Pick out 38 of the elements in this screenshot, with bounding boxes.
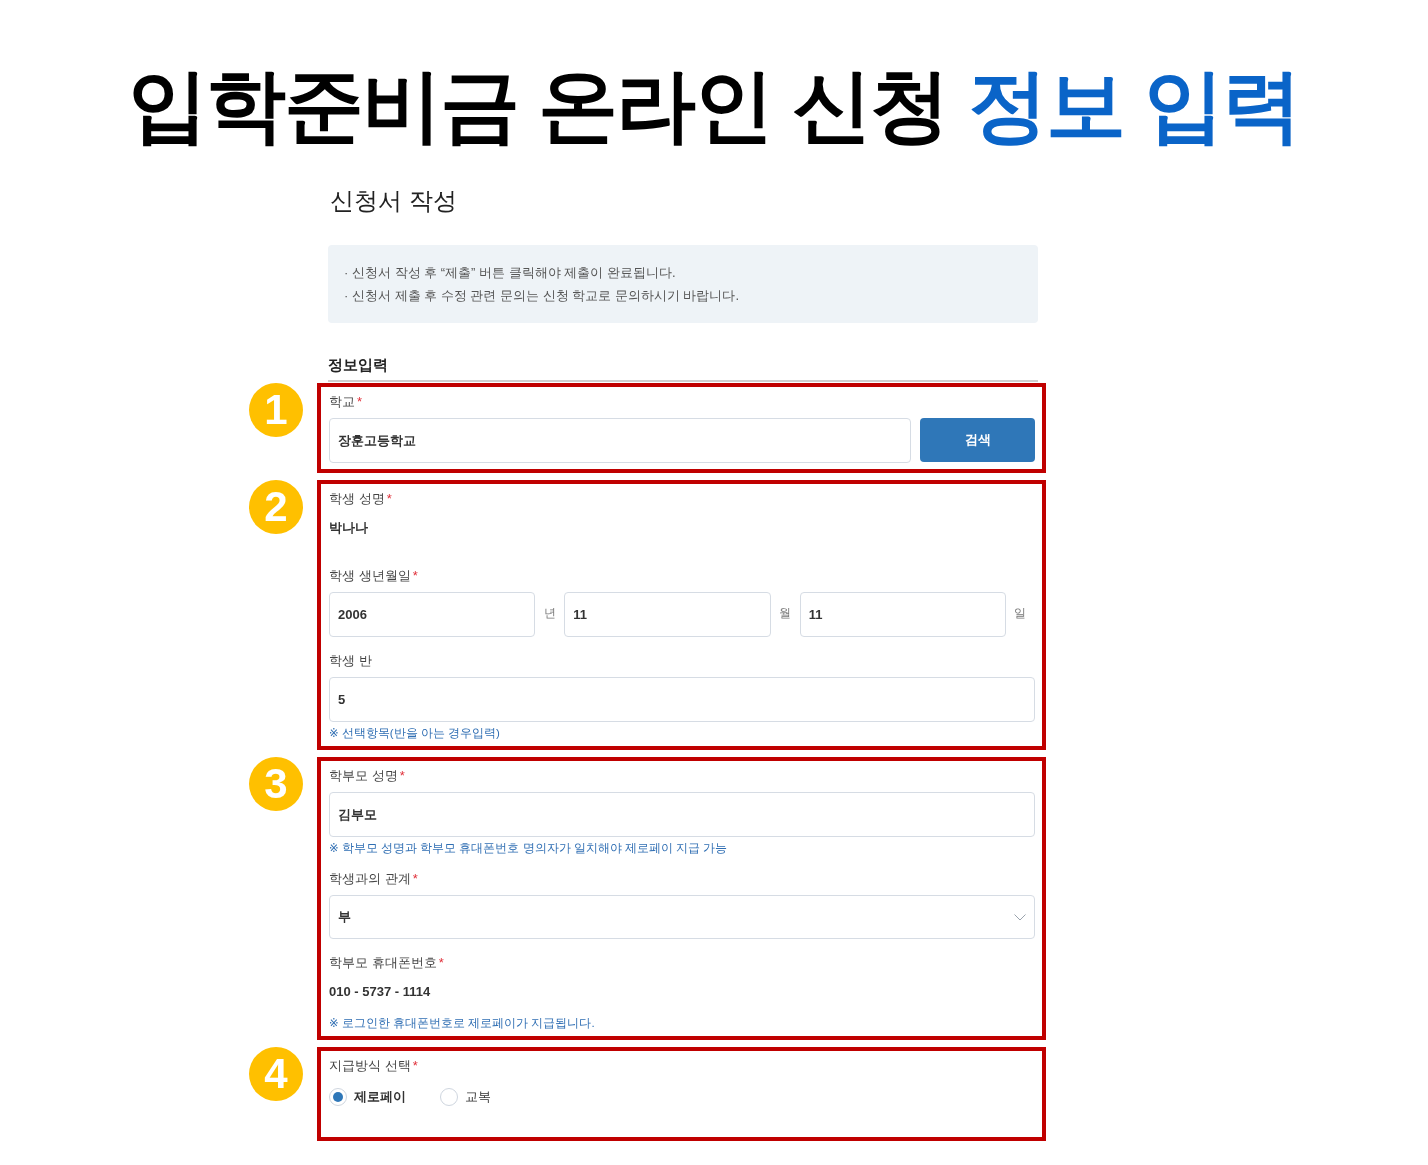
field-label: 학교* bbox=[329, 393, 363, 411]
date-input[interactable]: 11 bbox=[564, 592, 771, 637]
date-unit-label: 일 bbox=[1013, 605, 1028, 622]
section-title: 정보입력 bbox=[328, 355, 1038, 382]
field-label: 학부모 성명* bbox=[329, 767, 405, 785]
notice-text: · 신청서 제출 후 수정 관련 문의는 신청 학교로 문의하시기 바랍니다. bbox=[344, 287, 740, 305]
search-button[interactable]: 검색 bbox=[920, 418, 1035, 462]
text-input[interactable]: 장훈고등학교 bbox=[329, 418, 911, 463]
step-number-badge: 4 bbox=[249, 1047, 303, 1101]
text-input[interactable]: 김부모 bbox=[329, 792, 1035, 837]
field-label: 지급방식 선택* bbox=[329, 1057, 418, 1075]
radio-label[interactable]: 교복 bbox=[465, 1087, 491, 1107]
page-headline: 입학준비금 온라인 신청 정보 입력 bbox=[127, 60, 1301, 152]
select-dropdown[interactable]: 부 bbox=[329, 895, 1035, 939]
field-value: 박나나 bbox=[329, 519, 368, 537]
hint-text: ※ 로그인한 휴대폰번호로 제로페이가 지급됩니다. bbox=[329, 1016, 595, 1030]
date-input[interactable]: 11 bbox=[799, 592, 1006, 637]
date-input[interactable]: 2006 bbox=[329, 592, 536, 637]
field-label: 학생과의 관계* bbox=[329, 870, 418, 888]
radio-label[interactable]: 제로페이 bbox=[354, 1087, 406, 1107]
chevron-down-icon bbox=[1014, 913, 1026, 921]
radio-button[interactable] bbox=[440, 1088, 458, 1106]
text-input[interactable]: 5 bbox=[329, 677, 1035, 722]
step-number-badge: 2 bbox=[249, 480, 303, 534]
date-unit-label: 월 bbox=[778, 605, 793, 622]
radio-button[interactable] bbox=[329, 1088, 347, 1106]
step-number-badge: 3 bbox=[249, 757, 303, 811]
field-value: 010 - 5737 - 1114 bbox=[329, 983, 431, 1001]
field-label: 학생 생년월일* bbox=[329, 567, 418, 585]
form-title: 신청서 작성 bbox=[330, 186, 457, 216]
hint-text: ※ 선택항목(반을 아는 경우입력) bbox=[329, 726, 500, 740]
date-unit-label: 년 bbox=[542, 605, 557, 622]
hint-text: ※ 학부모 성명과 학부모 휴대폰번호 명의자가 일치해야 제로페이 지급 가능 bbox=[329, 841, 728, 855]
step-number-badge: 1 bbox=[249, 383, 303, 437]
field-label: 학생 반 bbox=[329, 652, 372, 670]
notice-text: · 신청서 작성 후 “제출” 버튼 클릭해야 제출이 완료됩니다. bbox=[344, 264, 676, 282]
field-label: 학부모 휴대폰번호* bbox=[329, 954, 444, 972]
field-label: 학생 성명* bbox=[329, 490, 392, 508]
